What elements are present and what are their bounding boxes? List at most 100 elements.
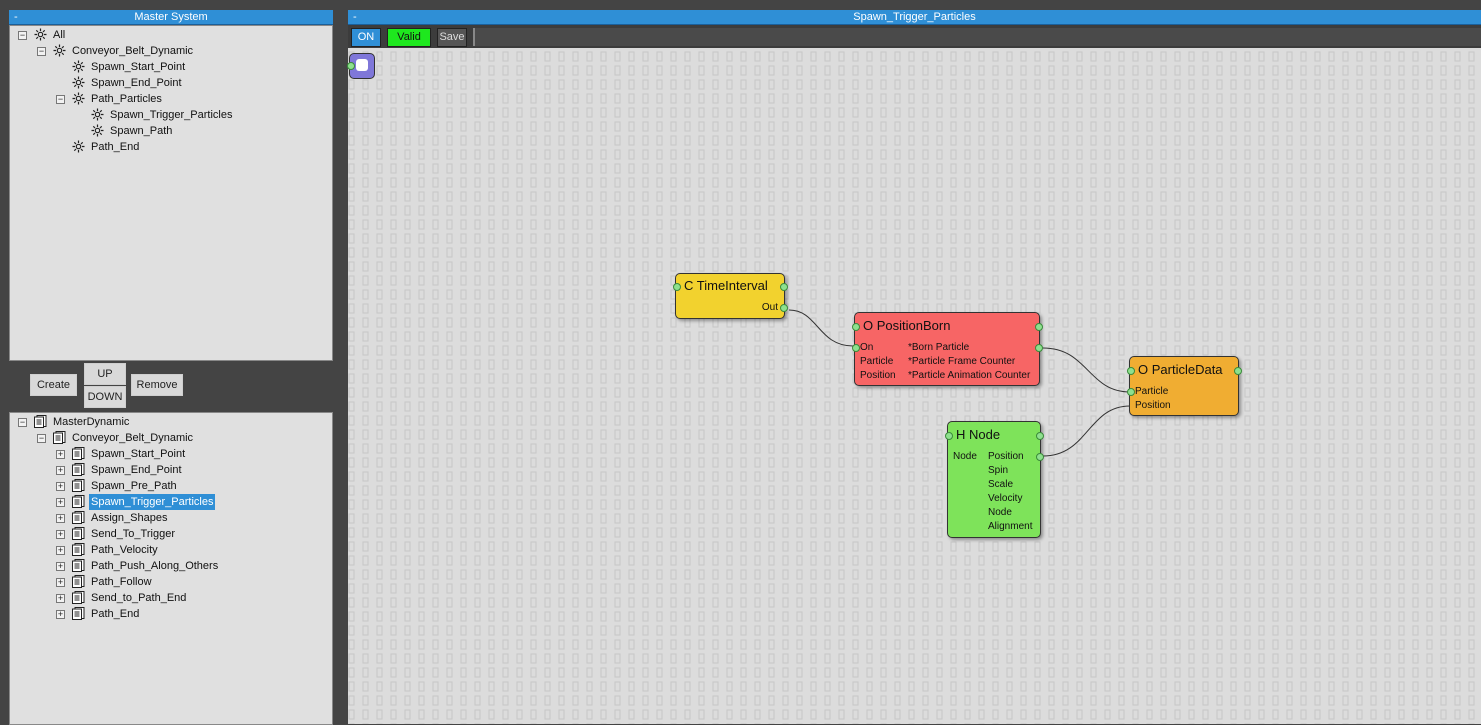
master-system-tree[interactable]: − All − Conveyor_Belt_Dynamic Spawn_Start_Po… bbox=[9, 25, 333, 361]
tree-item[interactable]: − All bbox=[10, 27, 330, 43]
input-dot[interactable] bbox=[945, 432, 953, 440]
tree-item[interactable]: + Send_to_Path_End bbox=[10, 590, 330, 606]
tree-item-label: MasterDynamic bbox=[53, 416, 130, 428]
particle-system-icon bbox=[91, 124, 104, 137]
tree-item[interactable]: + Assign_Shapes bbox=[10, 510, 330, 526]
tree-item[interactable]: + Spawn_Start_Point bbox=[10, 446, 330, 462]
tree-item[interactable]: + Path_End bbox=[10, 606, 330, 622]
tree-item[interactable]: + Send_To_Trigger bbox=[10, 526, 330, 542]
tree-item-label: Path_End bbox=[91, 608, 140, 620]
expand-icon[interactable]: + bbox=[56, 482, 65, 491]
output-dot[interactable] bbox=[1234, 367, 1242, 375]
tree-item-label: Path_End bbox=[91, 141, 140, 153]
expand-icon[interactable]: + bbox=[56, 450, 65, 459]
born-particle-dot[interactable] bbox=[1035, 344, 1043, 352]
collapse-icon[interactable]: − bbox=[37, 47, 46, 56]
output-dot[interactable] bbox=[780, 283, 788, 291]
master-system-titlebar: - Master System bbox=[9, 10, 333, 25]
editor-titlebar: - Spawn_Trigger_Particles bbox=[348, 10, 1481, 25]
tree-item[interactable]: − MasterDynamic bbox=[10, 414, 330, 430]
tree-item[interactable]: + Spawn_Trigger_Particles bbox=[10, 494, 330, 510]
expand-icon[interactable]: + bbox=[56, 562, 65, 571]
remove-button[interactable]: Remove bbox=[131, 374, 183, 396]
editor-collapse-button[interactable]: - bbox=[353, 10, 357, 24]
expand-icon[interactable]: + bbox=[56, 514, 65, 523]
panel-title: Master System bbox=[134, 11, 208, 23]
tree-item[interactable]: − Path_Particles bbox=[10, 91, 330, 107]
tree-item[interactable]: Path_End bbox=[10, 139, 330, 155]
tree-item[interactable]: Spawn_Start_Point bbox=[10, 59, 330, 75]
node-graph-canvas[interactable] bbox=[348, 48, 1481, 724]
tree-item[interactable]: − Conveyor_Belt_Dynamic bbox=[10, 430, 330, 446]
expand-icon[interactable]: + bbox=[56, 466, 65, 475]
start-node[interactable] bbox=[347, 53, 375, 79]
editor-toolbar: ON Valid Save bbox=[348, 25, 1481, 48]
tree-item[interactable]: Spawn_Trigger_Particles bbox=[10, 107, 330, 123]
on-toggle-button[interactable]: ON bbox=[351, 28, 381, 47]
expand-icon[interactable]: + bbox=[56, 530, 65, 539]
tree-item-label: All bbox=[53, 29, 66, 41]
input-dot[interactable] bbox=[1127, 367, 1135, 375]
collapse-icon[interactable]: − bbox=[18, 31, 27, 40]
on-port-label: On bbox=[860, 342, 874, 353]
node-input-label: Node bbox=[953, 451, 977, 462]
input-dot[interactable] bbox=[673, 283, 681, 291]
expand-icon[interactable]: + bbox=[56, 578, 65, 587]
out-port-label: Out bbox=[761, 302, 778, 313]
particle-system-icon bbox=[72, 92, 85, 105]
collapse-icon[interactable]: − bbox=[18, 418, 27, 427]
tree-item[interactable]: + Path_Push_Along_Others bbox=[10, 558, 330, 574]
tree-item[interactable]: + Path_Follow bbox=[10, 574, 330, 590]
particle-system-icon bbox=[72, 76, 85, 89]
node-title: O ParticleData bbox=[1138, 362, 1223, 377]
particle-port-label: Particle bbox=[860, 356, 894, 367]
expand-icon[interactable]: + bbox=[56, 594, 65, 603]
particle-dot[interactable] bbox=[1127, 388, 1135, 396]
master-system-panel: - Master System − All − Conveyor_Belt_Dynam… bbox=[9, 10, 333, 361]
start-node-port bbox=[356, 59, 368, 71]
document-icon bbox=[53, 431, 66, 444]
spin-output-label: Spin bbox=[988, 465, 1009, 476]
down-button[interactable]: DOWN bbox=[84, 386, 126, 408]
tree-item[interactable]: + Spawn_End_Point bbox=[10, 462, 330, 478]
start-output-dot[interactable] bbox=[347, 62, 355, 70]
time-interval-node[interactable]: C TimeInterval Out bbox=[673, 273, 788, 319]
tree-item[interactable]: − Conveyor_Belt_Dynamic bbox=[10, 43, 330, 59]
node-title: C TimeInterval bbox=[684, 278, 768, 293]
collapse-button[interactable]: - bbox=[14, 10, 18, 24]
tree-item-label: Conveyor_Belt_Dynamic bbox=[72, 432, 194, 444]
dynamic-tree[interactable]: − MasterDynamic − Conveyor_Belt_Dynamic + Spa… bbox=[9, 412, 333, 725]
expand-icon[interactable]: + bbox=[56, 546, 65, 555]
tree-item-label: Path_Particles bbox=[91, 93, 162, 105]
position-dot[interactable] bbox=[1036, 453, 1044, 461]
document-icon bbox=[72, 495, 85, 508]
velocity-output-label: Velocity bbox=[988, 493, 1023, 504]
editor-panel: - Spawn_Trigger_Particles ON Valid Save … bbox=[347, 10, 1481, 724]
output-dot[interactable] bbox=[1035, 323, 1043, 331]
particle-data-node[interactable]: O ParticleData Particle Position bbox=[1127, 356, 1242, 416]
tree-item[interactable]: + Spawn_Pre_Path bbox=[10, 478, 330, 494]
input-dot[interactable] bbox=[852, 323, 860, 331]
collapse-icon[interactable]: − bbox=[37, 434, 46, 443]
on-dot[interactable] bbox=[852, 344, 860, 352]
h-node-node[interactable]: H Node Node Position Spin Scale Velocity… bbox=[945, 421, 1044, 538]
up-button[interactable]: UP bbox=[84, 363, 126, 385]
tree-item[interactable]: Spawn_Path bbox=[10, 123, 330, 139]
expand-icon[interactable]: + bbox=[56, 498, 65, 507]
output-dot[interactable] bbox=[1036, 432, 1044, 440]
valid-button[interactable]: Valid bbox=[387, 28, 431, 47]
save-button[interactable]: Save bbox=[437, 28, 467, 47]
create-button[interactable]: Create bbox=[30, 374, 77, 396]
out-dot[interactable] bbox=[780, 304, 788, 312]
toolbar-text-field[interactable] bbox=[473, 28, 1481, 46]
animation-counter-port-label: *Particle Animation Counter bbox=[908, 370, 1031, 381]
particle-system-icon bbox=[91, 108, 104, 121]
document-icon bbox=[72, 591, 85, 604]
position-born-node[interactable]: O PositionBorn On Particle Position *Bor… bbox=[852, 312, 1043, 386]
tree-item-label: Spawn_End_Point bbox=[91, 77, 182, 89]
tree-item[interactable]: Spawn_End_Point bbox=[10, 75, 330, 91]
tree-item-label: Spawn_End_Point bbox=[91, 464, 182, 476]
expand-icon[interactable]: + bbox=[56, 610, 65, 619]
tree-item[interactable]: + Path_Velocity bbox=[10, 542, 330, 558]
collapse-icon[interactable]: − bbox=[56, 95, 65, 104]
